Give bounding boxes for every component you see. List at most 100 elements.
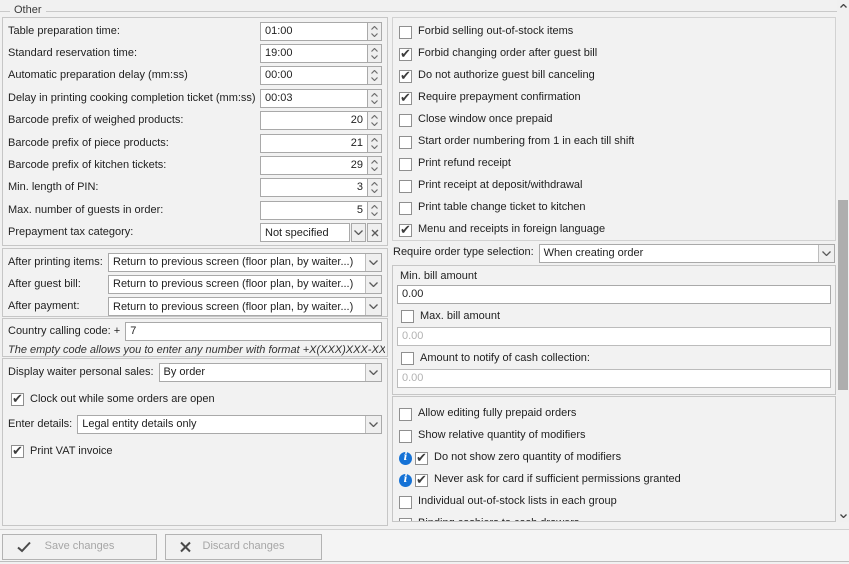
max-guests-spinner[interactable]: 5 <box>260 201 382 220</box>
spinner-value[interactable]: 01:00 <box>260 22 367 41</box>
combo-dropdown-button[interactable] <box>365 416 381 433</box>
scrollbar-thumb[interactable] <box>838 200 848 390</box>
combo-dropdown-button[interactable] <box>351 223 366 242</box>
combo-value[interactable]: Return to previous screen (floor plan, b… <box>109 276 365 293</box>
print-vat-checkbox[interactable] <box>11 445 24 458</box>
after-printing-items-combo[interactable]: Return to previous screen (floor plan, b… <box>108 253 382 272</box>
combo-dropdown-button[interactable] <box>365 254 381 271</box>
prepayment-tax-combo[interactable]: Not specified <box>260 223 350 242</box>
field-label: Min. bill amount <box>397 268 831 284</box>
combo-dropdown-button[interactable] <box>365 364 381 381</box>
footer-bar: Save changes Discard changes <box>0 529 849 562</box>
print-deposit-receipt-checkbox[interactable] <box>399 180 412 193</box>
after-guest-bill-combo[interactable]: Return to previous screen (floor plan, b… <box>108 275 382 294</box>
combo-value[interactable]: By order <box>160 364 365 381</box>
checkbox-label: Print VAT invoice <box>30 445 113 458</box>
cooking-ticket-delay-spinner[interactable]: 00:03 <box>260 89 382 108</box>
checkbox-row: Amount to notify of cash collection: <box>397 349 831 368</box>
combo-value[interactable]: Legal entity details only <box>78 416 365 433</box>
no-authorize-bill-cancel-checkbox[interactable] <box>399 70 412 83</box>
combo-dropdown-button[interactable] <box>818 245 834 262</box>
discard-button[interactable]: Discard changes <box>165 534 322 560</box>
individual-out-of-stock-checkbox[interactable] <box>399 496 412 509</box>
order-type-combo[interactable]: When creating order <box>539 244 835 263</box>
weighed-products-prefix-spinner[interactable]: 20 <box>260 111 382 130</box>
combo-value[interactable]: Return to previous screen (floor plan, b… <box>109 254 365 271</box>
combo-dropdown-button[interactable] <box>365 298 381 315</box>
chevron-up-icon <box>371 138 378 142</box>
checkbox-row: Start order numbering from 1 in each til… <box>397 131 831 153</box>
spinner-value[interactable]: 20 <box>260 111 367 130</box>
min-pin-length-spinner[interactable]: 3 <box>260 178 382 197</box>
min-bill-amount-input[interactable]: 0.00 <box>397 285 831 304</box>
spinner-up-down-buttons[interactable] <box>367 89 382 108</box>
combo-value[interactable]: Not specified <box>261 224 349 241</box>
field-label: Delay in printing cooking completion tic… <box>8 92 260 105</box>
print-refund-receipt-checkbox[interactable] <box>399 158 412 171</box>
spinner-value[interactable]: 21 <box>260 134 367 153</box>
spinner-value[interactable]: 29 <box>260 156 367 175</box>
spinner-value[interactable]: 00:03 <box>260 89 367 108</box>
spinner-up-down-buttons[interactable] <box>367 111 382 130</box>
combo-dropdown-button[interactable] <box>365 276 381 293</box>
scroll-up-button[interactable] <box>837 0 849 12</box>
forbid-changing-order-checkbox[interactable] <box>399 48 412 61</box>
scroll-down-button[interactable] <box>837 510 849 522</box>
clear-button[interactable] <box>367 223 382 242</box>
require-prepayment-confirmation-checkbox[interactable] <box>399 92 412 105</box>
close-window-prepaid-checkbox[interactable] <box>399 114 412 127</box>
auto-preparation-delay-spinner[interactable]: 00:00 <box>260 66 382 85</box>
kitchen-tickets-prefix-spinner[interactable]: 29 <box>260 156 382 175</box>
spinner-up-down-buttons[interactable] <box>367 178 382 197</box>
after-payment-combo[interactable]: Return to previous screen (floor plan, b… <box>108 297 382 316</box>
order-numbering-checkbox[interactable] <box>399 136 412 149</box>
never-ask-card-checkbox[interactable] <box>415 474 428 487</box>
combo-value[interactable]: When creating order <box>540 245 818 262</box>
spinner-up-down-buttons[interactable] <box>367 66 382 85</box>
spinner-up-down-buttons[interactable] <box>367 201 382 220</box>
standard-reservation-time-spinner[interactable]: 19:00 <box>260 44 382 63</box>
combo-value[interactable]: Return to previous screen (floor plan, b… <box>109 298 365 315</box>
save-button[interactable]: Save changes <box>2 534 157 560</box>
spinner-value[interactable]: 00:00 <box>260 66 367 85</box>
allow-editing-prepaid-checkbox[interactable] <box>399 408 412 421</box>
checkbox-row: Print table change ticket to kitchen <box>397 197 831 219</box>
form-row: Barcode prefix of kitchen tickets: 29 <box>5 154 385 176</box>
clock-out-checkbox[interactable] <box>11 393 24 406</box>
spinner-value[interactable]: 19:00 <box>260 44 367 63</box>
cash-collection-amount-input: 0.00 <box>397 369 831 388</box>
chevron-down-icon <box>371 100 378 104</box>
spinner-value[interactable]: 5 <box>260 201 367 220</box>
binding-cashiers-checkbox[interactable] <box>399 518 412 523</box>
max-bill-amount-checkbox[interactable] <box>401 310 414 323</box>
spinner-up-down-buttons[interactable] <box>367 134 382 153</box>
panel-misc-left: Display waiter personal sales: By order … <box>2 358 388 526</box>
enter-details-combo[interactable]: Legal entity details only <box>77 415 382 434</box>
field-label: Barcode prefix of weighed products: <box>8 114 260 127</box>
display-waiter-sales-combo[interactable]: By order <box>159 363 382 382</box>
spinner-value[interactable]: 3 <box>260 178 367 197</box>
checkbox-row: Require prepayment confirmation <box>397 87 831 109</box>
checkbox-label: Print receipt at deposit/withdrawal <box>418 179 582 192</box>
relative-quantity-modifiers-checkbox[interactable] <box>399 430 412 443</box>
chevron-up-icon <box>371 205 378 209</box>
form-row: Min. length of PIN: 3 <box>5 177 385 199</box>
piece-products-prefix-spinner[interactable]: 21 <box>260 134 382 153</box>
spinner-up-down-buttons[interactable] <box>367 44 382 63</box>
checkbox-label: Allow editing fully prepaid orders <box>418 407 576 420</box>
foreign-language-checkbox[interactable] <box>399 224 412 237</box>
panel-after-actions: After printing items: Return to previous… <box>2 248 388 317</box>
spinner-up-down-buttons[interactable] <box>367 156 382 175</box>
field-label: Max. number of guests in order: <box>8 204 260 217</box>
zero-quantity-modifiers-checkbox[interactable] <box>415 452 428 465</box>
print-table-change-checkbox[interactable] <box>399 202 412 215</box>
checkbox-row: Forbid changing order after guest bill <box>397 43 831 65</box>
spinner-up-down-buttons[interactable] <box>367 22 382 41</box>
field-label: Country calling code: + <box>8 325 120 338</box>
form-row: Max. number of guests in order: 5 <box>5 199 385 221</box>
cash-collection-notify-checkbox[interactable] <box>401 352 414 365</box>
country-code-input[interactable]: 7 <box>125 322 382 341</box>
forbid-out-of-stock-checkbox[interactable] <box>399 26 412 39</box>
table-preparation-time-spinner[interactable]: 01:00 <box>260 22 382 41</box>
vertical-scrollbar[interactable] <box>837 0 849 522</box>
